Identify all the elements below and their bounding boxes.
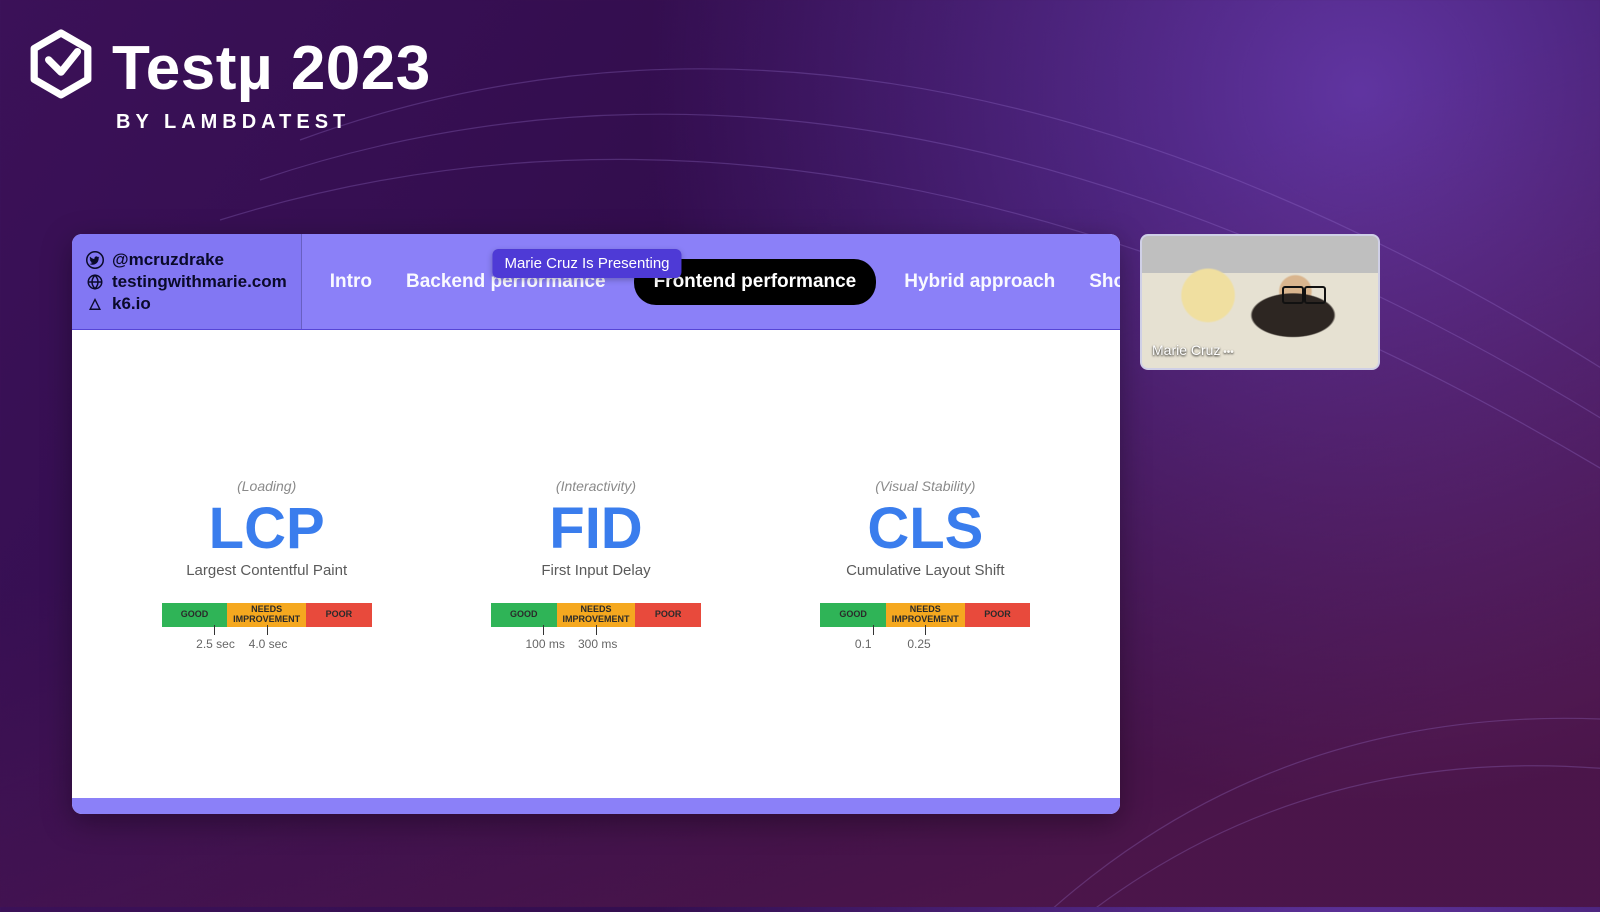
threshold-ticks: 2.5 sec 4.0 sec bbox=[162, 627, 372, 651]
glasses-icon bbox=[1282, 286, 1326, 300]
tab-show-me[interactable]: Show me! bbox=[1083, 261, 1120, 303]
segment-good: GOOD bbox=[491, 603, 557, 627]
globe-icon bbox=[86, 273, 104, 291]
slide-nav-items: Intro Backend performance Frontend perfo… bbox=[302, 234, 1120, 329]
segment-needs-improvement: NEEDS IMPROVEMENT bbox=[886, 603, 965, 627]
twitter-handle: @mcruzdrake bbox=[86, 250, 287, 270]
metric-name: Largest Contentful Paint bbox=[186, 562, 347, 579]
event-title: Testµ 2023 bbox=[112, 33, 431, 104]
metric-abbr: LCP bbox=[209, 500, 325, 558]
segment-needs-improvement: NEEDS IMPROVEMENT bbox=[557, 603, 636, 627]
event-byline: BY LAMBDATEST bbox=[116, 111, 431, 134]
org-link: k6.io bbox=[86, 294, 287, 314]
metric-abbr: CLS bbox=[867, 500, 983, 558]
slide-footer-bar bbox=[72, 798, 1120, 814]
segment-good: GOOD bbox=[820, 603, 886, 627]
event-header: Testµ 2023 BY LAMBDATEST bbox=[28, 28, 431, 134]
metric-name: Cumulative Layout Shift bbox=[846, 562, 1004, 579]
threshold-ticks: 100 ms 300 ms bbox=[491, 627, 701, 651]
segment-good: GOOD bbox=[162, 603, 228, 627]
metric-fid: (Interactivity) FID First Input Delay GO… bbox=[446, 478, 746, 651]
presenter-name-overlay: Marie Cruz bbox=[1152, 342, 1234, 358]
handle-text: @mcruzdrake bbox=[112, 250, 224, 270]
twitter-icon bbox=[86, 251, 104, 269]
slide-content: (Loading) LCP Largest Contentful Paint G… bbox=[72, 330, 1120, 798]
event-logo-icon bbox=[28, 28, 94, 109]
threshold-2: 4.0 sec bbox=[249, 637, 288, 651]
threshold-bar: GOOD NEEDS IMPROVEMENT POOR bbox=[162, 603, 372, 627]
segment-poor: POOR bbox=[635, 603, 701, 627]
metric-cls: (Visual Stability) CLS Cumulative Layout… bbox=[775, 478, 1075, 651]
threshold-bar: GOOD NEEDS IMPROVEMENT POOR bbox=[491, 603, 701, 627]
org-text: k6.io bbox=[112, 294, 151, 314]
segment-poor: POOR bbox=[306, 603, 372, 627]
website-link: testingwithmarie.com bbox=[86, 272, 287, 292]
presenting-badge: Marie Cruz Is Presenting bbox=[492, 249, 681, 278]
threshold-ticks: 0.1 0.25 bbox=[820, 627, 1030, 651]
threshold-1: 2.5 sec bbox=[196, 637, 235, 651]
metric-category: (Loading) bbox=[237, 478, 296, 494]
k6-icon bbox=[86, 295, 104, 313]
presenter-identity: @mcruzdrake testingwithmarie.com k6.io bbox=[72, 234, 302, 329]
metric-lcp: (Loading) LCP Largest Contentful Paint G… bbox=[117, 478, 417, 651]
threshold-1: 0.1 bbox=[855, 637, 872, 651]
threshold-1: 100 ms bbox=[525, 637, 564, 651]
presentation-slide: Marie Cruz Is Presenting @mcruzdrake tes… bbox=[72, 234, 1120, 814]
metric-name: First Input Delay bbox=[541, 562, 650, 579]
segment-needs-improvement: NEEDS IMPROVEMENT bbox=[227, 603, 306, 627]
tab-intro[interactable]: Intro bbox=[324, 261, 378, 303]
threshold-bar: GOOD NEEDS IMPROVEMENT POOR bbox=[820, 603, 1030, 627]
metric-category: (Interactivity) bbox=[556, 478, 636, 494]
site-text: testingwithmarie.com bbox=[112, 272, 287, 292]
metric-abbr: FID bbox=[549, 500, 642, 558]
presenter-webcam[interactable]: Marie Cruz bbox=[1140, 234, 1380, 370]
segment-poor: POOR bbox=[965, 603, 1031, 627]
metric-category: (Visual Stability) bbox=[875, 478, 975, 494]
threshold-2: 0.25 bbox=[907, 637, 930, 651]
tab-hybrid-approach[interactable]: Hybrid approach bbox=[898, 261, 1061, 303]
threshold-2: 300 ms bbox=[578, 637, 617, 651]
